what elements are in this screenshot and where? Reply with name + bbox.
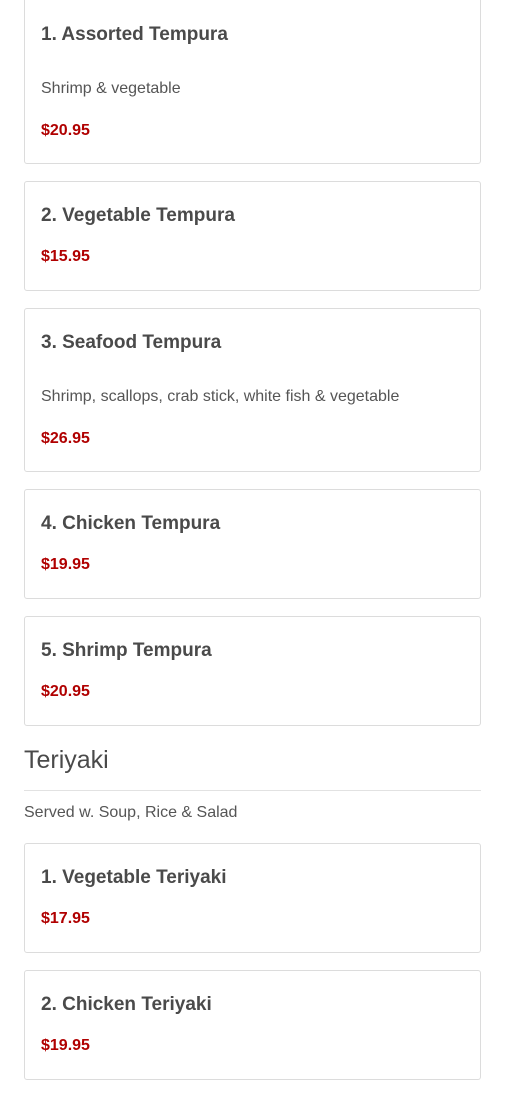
item-price: $19.95 [41, 1037, 90, 1054]
menu-item-card[interactable]: 1. Vegetable Teriyaki $17.95 [24, 843, 481, 953]
menu-item-card[interactable]: 2. Chicken Teriyaki $19.95 [24, 970, 481, 1080]
item-name: 4. Chicken Tempura [41, 513, 221, 534]
section-header: Teriyaki [24, 743, 481, 803]
item-description: Shrimp & vegetable [41, 80, 181, 97]
item-name: 5. Shrimp Tempura [41, 640, 212, 661]
menu-item-card[interactable]: 1. Assorted Tempura Shrimp & vegetable $… [24, 0, 481, 164]
item-price: $15.95 [41, 248, 90, 265]
item-name: 1. Assorted Tempura [41, 24, 228, 45]
item-name: 2. Vegetable Tempura [41, 205, 235, 226]
item-price: $26.95 [41, 430, 90, 447]
menu-item-card[interactable]: 2. Vegetable Tempura $15.95 [24, 181, 481, 291]
menu-container: 1. Assorted Tempura Shrimp & vegetable $… [24, 0, 481, 1097]
item-description: Shrimp, scallops, crab stick, white fish… [41, 388, 400, 405]
item-price: $19.95 [41, 556, 90, 573]
item-name: 2. Chicken Teriyaki [41, 994, 212, 1015]
item-price: $20.95 [41, 122, 90, 139]
section-title: Teriyaki [24, 746, 109, 774]
item-name: 3. Seafood Tempura [41, 332, 222, 353]
item-price: $20.95 [41, 683, 90, 700]
menu-item-card[interactable]: 4. Chicken Tempura $19.95 [24, 489, 481, 599]
menu-item-card[interactable]: 5. Shrimp Tempura $20.95 [24, 616, 481, 726]
item-name: 1. Vegetable Teriyaki [41, 867, 227, 888]
section-note: Served w. Soup, Rice & Salad [24, 804, 238, 821]
item-price: $17.95 [41, 910, 90, 927]
menu-item-card[interactable]: 3. Seafood Tempura Shrimp, scallops, cra… [24, 308, 481, 472]
section-divider [24, 790, 481, 791]
